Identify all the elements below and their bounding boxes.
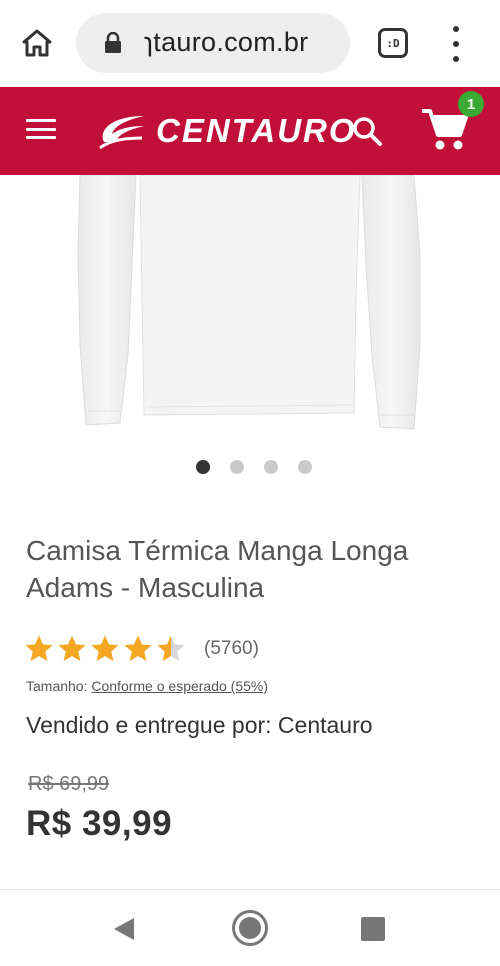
review-count: (5760) — [204, 638, 259, 659]
star-icon — [124, 635, 152, 661]
browser-home-button[interactable] — [18, 24, 56, 62]
carousel-dot[interactable] — [230, 460, 244, 474]
hamburger-menu-button[interactable] — [26, 119, 56, 139]
search-icon[interactable] — [350, 114, 384, 148]
android-nav-bar — [0, 890, 500, 966]
tab-count: :D — [386, 36, 400, 50]
old-price: R$ 69,99 — [28, 773, 110, 795]
more-vert-icon — [453, 26, 459, 32]
star-icon — [25, 635, 53, 661]
site-header: CENTAURO — [0, 87, 500, 175]
rating-stars — [24, 634, 186, 664]
browser-toolbar: ɿtauro.com.br :D — [0, 0, 500, 87]
carousel-dot[interactable] — [264, 460, 278, 474]
size-fit-link[interactable]: Conforme o esperado (55%) — [91, 678, 268, 694]
size-label: Tamanho: — [26, 678, 88, 694]
centauro-swoosh-icon — [99, 116, 144, 150]
recents-icon[interactable] — [361, 917, 385, 941]
current-price: R$ 39,99 — [26, 804, 173, 843]
carousel-dot[interactable] — [298, 460, 312, 474]
back-icon[interactable] — [112, 916, 136, 942]
star-icon — [58, 635, 86, 661]
tab-switcher-button[interactable]: :D — [378, 28, 408, 58]
product-title: Camisa Térmica Manga Longa Adams - Mascu… — [26, 535, 409, 603]
star-icon — [157, 635, 185, 661]
url-text: ɿtauro.com.br — [144, 27, 309, 57]
white-shirt-image — [77, 175, 421, 430]
centauro-logo[interactable]: CENTAURO — [96, 109, 357, 153]
home-icon — [22, 29, 52, 57]
carousel-dot[interactable] — [196, 460, 210, 474]
carousel-indicator — [196, 460, 312, 474]
lock-icon — [105, 32, 121, 53]
seller-info: Vendido e entregue por: Centauro — [26, 712, 373, 738]
size-info: Tamanho: Conforme o esperado (55%) — [26, 678, 268, 694]
product-image[interactable] — [0, 175, 500, 440]
url-bar[interactable]: ɿtauro.com.br — [76, 13, 350, 73]
nav-home-button[interactable] — [232, 910, 268, 946]
brand-name: CENTAURO — [156, 112, 357, 149]
product-rating[interactable]: (5760) — [24, 634, 259, 664]
cart-count-badge: 1 — [458, 91, 484, 117]
browser-menu-button[interactable] — [446, 26, 466, 62]
star-icon — [91, 635, 119, 661]
